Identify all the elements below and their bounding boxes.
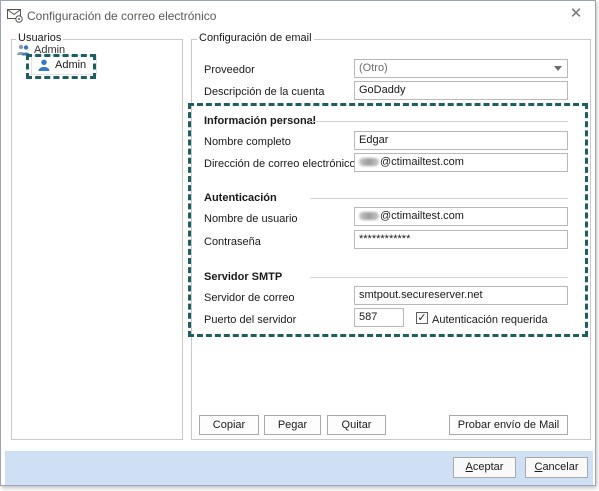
username-value: @ctimailtest.com (380, 210, 464, 222)
redacted-text (359, 158, 379, 167)
username-label: Nombre de usuario (204, 213, 298, 225)
title-bar: Configuración de correo electrónico ✕ (1, 1, 595, 31)
email-address-input[interactable]: @ctimailtest.com (354, 153, 568, 172)
fullname-input[interactable]: Edgar (354, 131, 568, 150)
description-input[interactable]: GoDaddy (354, 81, 568, 100)
accept-mnemonic: A (465, 461, 473, 473)
email-config-group: Configuración de email Proveedor (Otro) … (191, 32, 591, 440)
auth-required-checkbox[interactable]: ✓ (416, 312, 428, 324)
copy-button[interactable]: Copiar (199, 415, 259, 435)
cancel-button[interactable]: Cancelar (525, 457, 588, 478)
email-address-value: @ctimailtest.com (380, 156, 464, 168)
email-config-window: Configuración de correo electrónico ✕ Us… (0, 0, 596, 486)
user-icon (38, 59, 50, 71)
mail-server-label: Servidor de correo (204, 292, 295, 304)
chevron-down-icon (554, 66, 562, 71)
provider-label: Proveedor (204, 64, 255, 76)
password-input[interactable]: ************ (354, 230, 568, 249)
password-label: Contraseña (204, 236, 261, 248)
personal-info-divider (310, 121, 568, 122)
mail-server-input[interactable]: smtpout.secureserver.net (354, 286, 568, 305)
accept-button[interactable]: Aceptar (453, 457, 516, 478)
test-send-button[interactable]: Probar envío de Mail (449, 415, 568, 435)
users-group: Usuarios Admin Admin (11, 32, 183, 440)
users-group-icon (17, 44, 30, 56)
fullname-label: Nombre completo (204, 136, 291, 148)
window-title: Configuración de correo electrónico (27, 9, 217, 23)
accept-label: ceptar (472, 461, 504, 473)
personal-info-title: Información personal (204, 115, 316, 127)
auth-title: Autenticación (204, 192, 277, 204)
description-label: Descripción de la cuenta (204, 86, 325, 98)
tree-item-admin[interactable]: Admin (31, 55, 97, 75)
auth-required-label: Autenticación requerida (432, 314, 548, 326)
server-port-label: Puerto del servidor (204, 314, 297, 326)
cancel-label: ancelar (542, 461, 579, 473)
remove-button[interactable]: Quitar (327, 415, 386, 435)
username-input[interactable]: @ctimailtest.com (354, 207, 568, 226)
tree-item-label: Admin (55, 59, 87, 71)
email-config-legend: Configuración de email (197, 32, 314, 44)
mail-settings-icon (7, 9, 23, 23)
provider-select-value: (Otro) (359, 62, 388, 74)
smtp-divider (310, 277, 568, 278)
users-legend: Usuarios (16, 32, 64, 44)
dialog-footer: Aceptar Cancelar (5, 451, 593, 485)
paste-button[interactable]: Pegar (264, 415, 321, 435)
email-address-label: Dirección de correo electrónico (204, 158, 356, 170)
provider-select[interactable]: (Otro) (354, 59, 568, 78)
close-icon[interactable]: ✕ (569, 6, 583, 21)
auth-divider (310, 198, 568, 199)
redacted-text (359, 212, 379, 221)
smtp-title: Servidor SMTP (204, 271, 283, 283)
server-port-input[interactable]: 587 (354, 308, 404, 327)
